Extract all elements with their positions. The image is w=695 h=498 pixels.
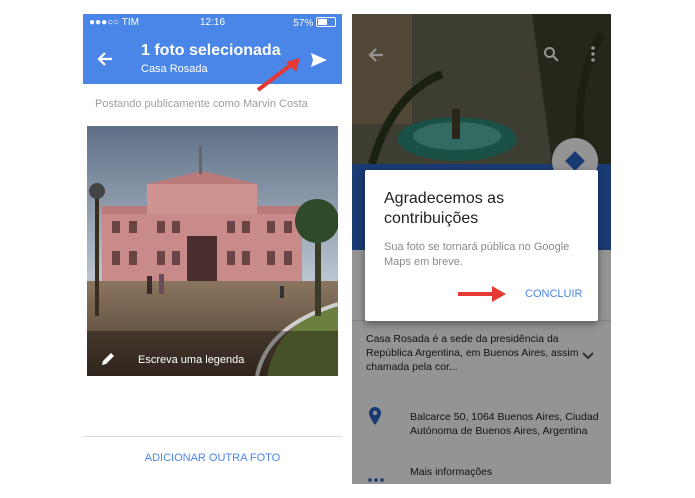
battery-icon (316, 17, 336, 27)
dialog-message: Sua foto se tornará pública no Google Ma… (384, 241, 570, 268)
annotation-arrow-icon (254, 56, 304, 99)
conclude-button[interactable]: CONCLUIR (525, 288, 582, 300)
divider (83, 436, 342, 437)
send-icon[interactable] (310, 52, 328, 68)
selected-photo (87, 126, 338, 376)
status-bar: ●●●○○ TIM 12:16 57% (83, 14, 342, 32)
back-arrow-icon[interactable] (97, 52, 113, 66)
edit-pencil-icon[interactable] (100, 351, 116, 372)
battery-indicator: 57% (293, 17, 336, 29)
annotation-arrow-icon (456, 284, 508, 309)
add-another-photo-button[interactable]: ADICIONAR OUTRA FOTO (83, 452, 342, 464)
header-subtitle: Casa Rosada (141, 63, 208, 75)
right-screen: Casa Rosada é a sede da presidência da R… (352, 14, 611, 484)
dialog-title: Agradecemos as contribuições (384, 190, 505, 227)
battery-percent: 57% (293, 18, 314, 29)
posting-as-text: Postando publicamente como Marvin Costa (95, 98, 308, 110)
caption-input[interactable]: Escreva uma legenda (138, 354, 244, 366)
